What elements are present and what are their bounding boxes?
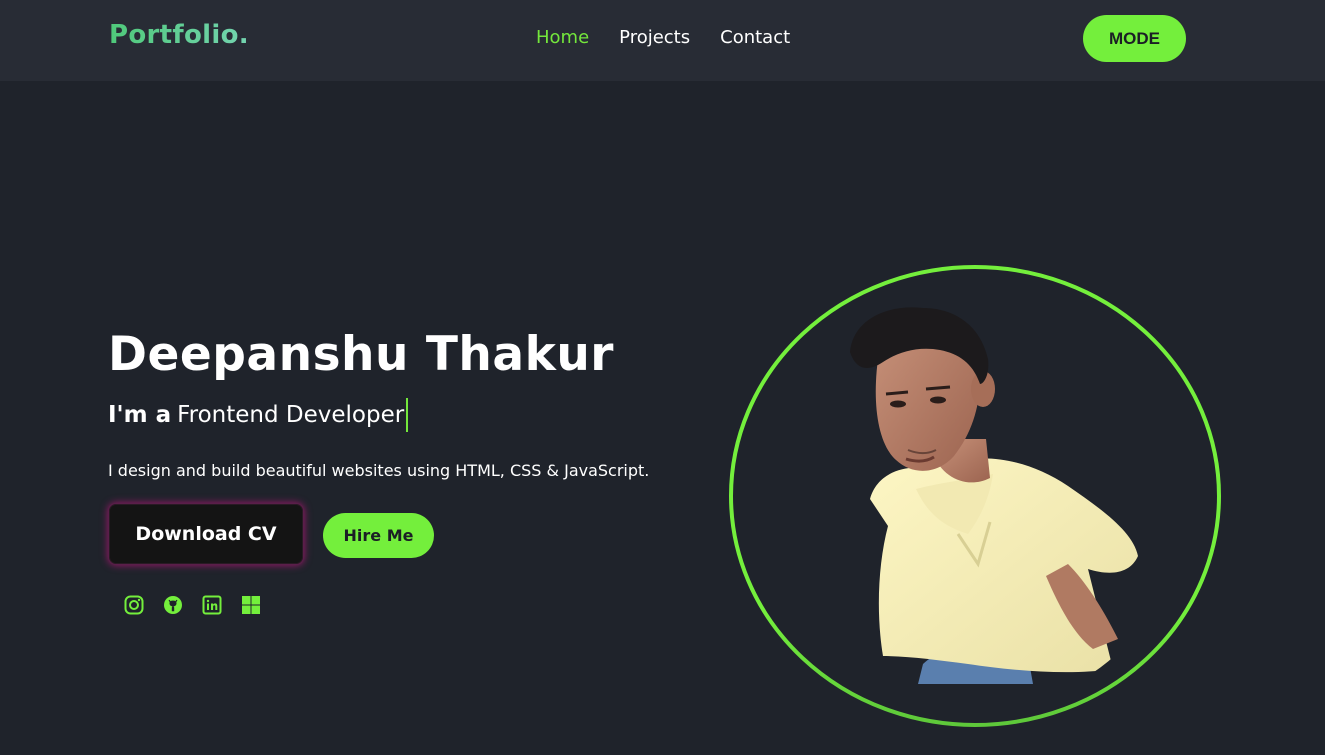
download-cv-button[interactable]: Download CV [108, 503, 304, 565]
logo[interactable]: Portfolio. [109, 20, 249, 50]
role-typed-text: Frontend Developer [177, 402, 405, 428]
instagram-icon[interactable] [124, 595, 144, 615]
typing-cursor [406, 398, 409, 432]
role-prefix: I'm a [108, 402, 172, 428]
profile-photo [729, 265, 1221, 727]
hire-me-button[interactable]: Hire Me [323, 513, 434, 558]
nav-link-contact[interactable]: Contact [720, 27, 790, 48]
nav-link-home[interactable]: Home [536, 27, 589, 48]
mode-toggle-button[interactable]: MODE [1083, 15, 1186, 62]
social-links [124, 595, 261, 615]
hero-role: I'm a Frontend Developer [108, 398, 409, 432]
github-icon[interactable] [163, 595, 183, 615]
nav-links: Home Projects Contact [536, 27, 790, 48]
nav-link-projects[interactable]: Projects [619, 27, 690, 48]
profile-photo-frame [728, 264, 1222, 728]
linkedin-icon[interactable] [202, 595, 222, 615]
windows-icon[interactable] [241, 595, 261, 615]
navbar: Portfolio. Home Projects Contact MODE [0, 0, 1325, 81]
hero-name: Deepanshu Thakur [108, 327, 614, 382]
hero-tagline: I design and build beautiful websites us… [108, 461, 650, 480]
